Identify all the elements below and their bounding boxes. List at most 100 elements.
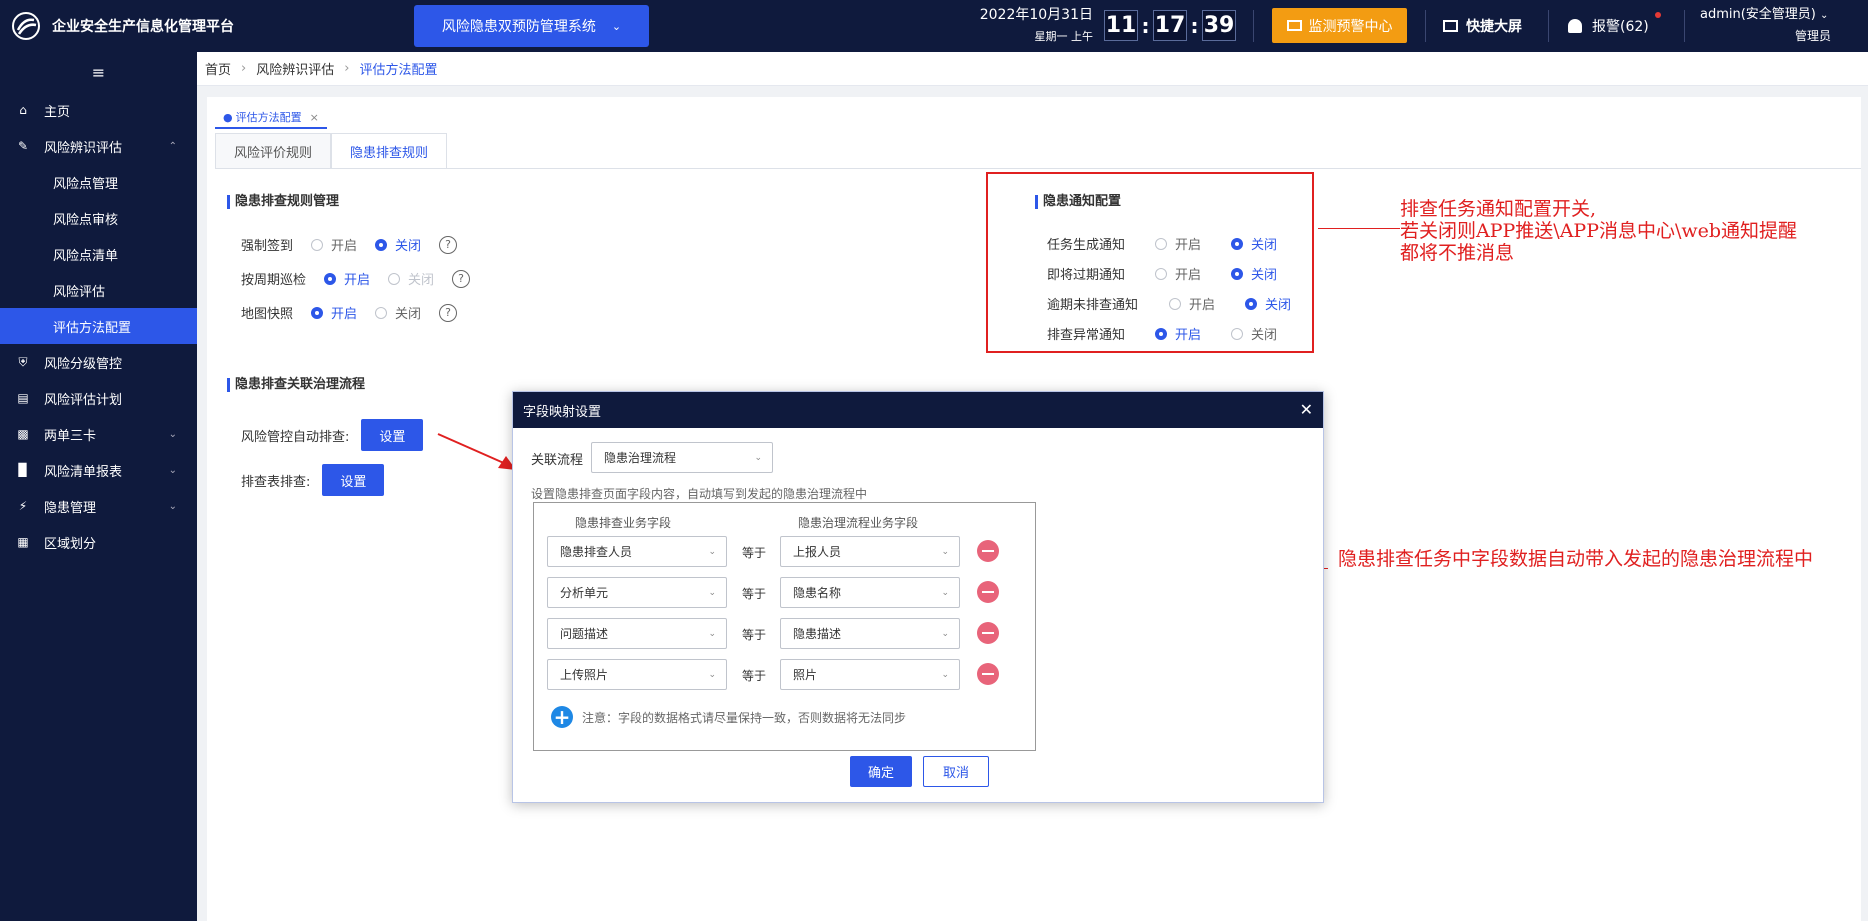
alarm-button[interactable]: 报警(62) [1568,12,1661,36]
confirm-button[interactable]: 确定 [850,756,912,787]
monitor-center-label: 监测预警中心 [1308,18,1393,35]
dialog-title: 字段映射设置 [523,404,602,420]
sidebar-item-hazard-manage[interactable]: ⚡ 隐患管理 ⌄ [0,488,197,524]
sidebar-item-label: 风险清单报表 [44,464,123,480]
sidebar-sub-assess-method-config[interactable]: 评估方法配置 [0,308,197,344]
sidebar-item-risk-identify[interactable]: ✎ 风险辨识评估 ⌃ [0,128,197,164]
right-field-select[interactable]: 照片 ⌄ [780,659,960,690]
right-field-select[interactable]: 上报人员 ⌄ [780,536,960,567]
dialog-header: 字段映射设置 ✕ [513,392,1323,428]
collapse-menu-icon[interactable]: ≡ [0,52,197,92]
sidebar-sub-risk-assess[interactable]: 风险评估 [0,272,197,308]
chevron-down-icon: ⌄ [941,628,949,639]
sidebar-item-assess-plan[interactable]: ▤ 风险评估计划 [0,380,197,416]
chevron-down-icon: ⌄ [168,428,177,440]
rule-row-map-snapshot: 地图快照 开启 关闭 ? [241,303,458,322]
mapping-grid: 隐患排查业务字段 隐患治理流程业务字段 隐患排查人员 ⌄ 等于 上报人员 ⌄ 分析单… [533,502,1036,751]
page-tab-assess-config[interactable]: ● 评估方法配置 × [215,107,327,129]
section-title-rules: 隐患排查规则管理 [227,195,339,209]
chevron-down-icon: ⌄ [708,628,716,639]
divider [1684,10,1685,42]
shield-icon: ⛨ [18,354,28,369]
sidebar-item-label: 风险评估计划 [44,392,123,408]
flow-select[interactable]: 隐患治理流程 ⌄ [591,442,773,473]
home-icon: ⌂ [19,103,27,117]
radio-on[interactable]: 开启 [324,269,370,288]
big-screen-button[interactable]: 快捷大屏 [1443,16,1522,36]
column-header-left: 隐患排查业务字段 [575,516,672,530]
help-icon[interactable]: ? [452,269,471,288]
table-check-set-button[interactable]: 设置 [322,464,385,496]
alarm-bell-icon [1568,19,1582,33]
right-field-select[interactable]: 隐患描述 ⌄ [780,618,960,649]
platform-logo-icon [12,12,40,40]
sidebar-item-area-division[interactable]: ▦ 区域划分 [0,524,197,560]
rule-label: 按周期巡检 [241,273,307,288]
document-icon: ▤ [17,391,29,405]
remove-row-icon[interactable] [977,540,999,562]
cancel-button[interactable]: 取消 [923,756,989,787]
user-menu[interactable]: admin(安全管理员) ⌄ 管理员 [1700,3,1860,44]
chevron-down-icon: ⌄ [941,546,949,557]
divider [1425,10,1426,42]
flow-label: 关联流程 [531,453,584,468]
sidebar-sub-risk-point-manage[interactable]: 风险点管理 [0,164,197,200]
sidebar-item-risk-report[interactable]: ▉ 风险清单报表 ⌄ [0,452,197,488]
remove-row-icon[interactable] [977,622,999,644]
breadcrumb-risk-identify[interactable]: 风险辨识评估 [256,59,334,78]
breadcrumb-home[interactable]: 首页 [205,59,231,78]
radio-on[interactable]: 开启 [311,303,357,322]
divider [1253,10,1254,42]
remove-row-icon[interactable] [977,663,999,685]
auto-check-set-button[interactable]: 设置 [361,419,424,451]
help-icon[interactable]: ? [439,303,458,322]
add-row-icon[interactable]: + [551,706,573,728]
flow-row-table-check: 排查表排查: 设置 [241,464,385,496]
left-field-select[interactable]: 问题描述 ⌄ [547,618,727,649]
radio-off[interactable]: 关闭 [375,235,421,254]
chevron-down-icon: ⌄ [754,452,762,463]
radio-on[interactable]: 开启 [311,235,357,254]
radio-off[interactable]: 关闭 [375,303,421,322]
sidebar-sub-risk-point-list[interactable]: 风险点清单 [0,236,197,272]
user-name: admin(安全管理员) [1700,7,1816,22]
close-icon[interactable]: ✕ [1300,400,1313,419]
monitor-center-button[interactable]: 监测预警中心 [1272,8,1407,43]
chevron-down-icon: ⌄ [168,500,177,512]
section-title-flow: 隐患排查关联治理流程 [227,378,365,392]
page-tab-label: 评估方法配置 [235,111,302,124]
left-field-select[interactable]: 上传照片 ⌄ [547,659,727,690]
sidebar-item-risk-grading[interactable]: ⛨ 风险分级管控 [0,344,197,380]
help-icon[interactable]: ? [439,235,458,254]
right-field-select[interactable]: 隐患名称 ⌄ [780,577,960,608]
system-select[interactable]: 风险隐患双预防管理系统 ⌄ [414,5,649,47]
close-icon[interactable]: × [310,111,319,124]
chevron-down-icon: ⌄ [708,546,716,557]
tab-risk-eval-rule[interactable]: 风险评价规则 [215,133,332,168]
equals-label: 等于 [742,628,767,642]
clock-minutes: 17 [1153,10,1187,41]
app-title: 企业安全生产信息化管理平台 [52,19,234,35]
chevron-down-icon: ⌄ [708,669,716,680]
subtabs: 风险评价规则 隐患排查规则 [215,133,448,168]
user-role: 管理员 [1794,29,1831,43]
field-mapping-dialog: 字段映射设置 ✕ 关联流程 隐患治理流程 ⌄ 设置隐患排查页面字段内容，自动填写… [512,391,1324,803]
sidebar-item-home[interactable]: ⌂ 主页 [0,92,197,128]
clock-colon: : [1190,13,1199,38]
system-select-label: 风险隐患双预防管理系统 [441,19,596,35]
chevron-down-icon: ⌄ [708,587,716,598]
annotation-line-text: 若关闭则APP推送\APP消息中心\web通知提醒 [1400,220,1798,242]
annotation-box [986,172,1314,353]
sidebar-item-two-lists-three-cards[interactable]: ▩ 两单三卡 ⌄ [0,416,197,452]
remove-row-icon[interactable] [977,581,999,603]
chevron-down-icon: ⌄ [168,464,177,476]
left-field-select[interactable]: 隐患排查人员 ⌄ [547,536,727,567]
tab-hazard-check-rule[interactable]: 隐患排查规则 [331,133,448,168]
annotation-line-text: 都将不推消息 [1400,242,1515,264]
bar-chart-icon: ▉ [18,463,28,477]
rule-label: 地图快照 [241,307,294,322]
annotation-text-2: 隐患排查任务中字段数据自动带入发起的隐患治理流程中 [1338,548,1814,570]
left-field-select[interactable]: 分析单元 ⌄ [547,577,727,608]
sidebar-sub-risk-point-review[interactable]: 风险点审核 [0,200,197,236]
chevron-down-icon: ⌄ [1820,10,1829,21]
